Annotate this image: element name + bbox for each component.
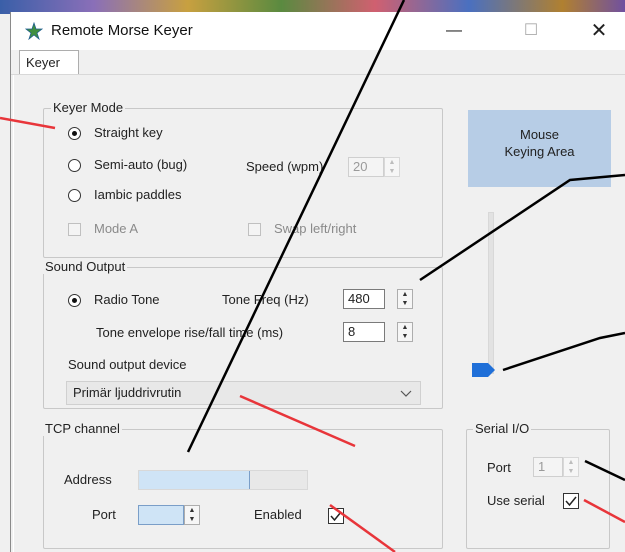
volume-slider-thumb[interactable]: [472, 363, 496, 377]
device-label: Sound output device: [68, 357, 187, 372]
use-serial-checkbox[interactable]: [563, 493, 579, 509]
group-title: Serial I/O: [473, 421, 532, 436]
use-serial-label: Use serial: [487, 493, 545, 508]
close-button[interactable]: ✕: [576, 12, 622, 50]
dropdown-value: Primär ljuddrivrutin: [73, 385, 182, 400]
envelope-spin-icon[interactable]: ▲ ▼: [397, 322, 413, 342]
volume-slider-track[interactable]: [488, 212, 494, 374]
sound-output-group: Sound Output Radio Tone Tone Freq (Hz) 4…: [43, 259, 443, 409]
tcp-port-label: Port: [92, 507, 116, 522]
tone-freq-label: Tone Freq (Hz): [222, 292, 309, 307]
radio-tone-label[interactable]: Radio Tone: [94, 292, 160, 307]
speed-label: Speed (wpm): [246, 159, 324, 174]
radio-label[interactable]: Semi-auto (bug): [94, 157, 187, 172]
speed-spin-icon[interactable]: ▲ ▼: [384, 157, 400, 177]
checkmark-icon: [330, 511, 342, 522]
app-window: Remote Morse Keyer — ☐ ✕ Keyer Keyer Mod…: [10, 12, 625, 552]
serial-port-spin-icon[interactable]: ▲ ▼: [563, 457, 579, 477]
radio-label[interactable]: Iambic paddles: [94, 187, 181, 202]
tcp-port-spin-icon[interactable]: ▲ ▼: [184, 505, 200, 525]
radio-semi-auto[interactable]: [68, 159, 81, 172]
speed-input[interactable]: 20: [348, 157, 384, 177]
tab-keyer[interactable]: Keyer: [19, 50, 79, 74]
envelope-input[interactable]: 8: [343, 322, 385, 342]
serial-io-group: Serial I/O Port 1 ▲ ▼ Use serial: [466, 421, 610, 549]
star-icon: [25, 22, 43, 40]
keyer-tab-panel: Keyer Mode Straight key Semi-auto (bug) …: [13, 75, 625, 552]
group-title: TCP channel: [43, 421, 122, 436]
serial-port-input[interactable]: 1: [533, 457, 563, 477]
mouse-area-line2: Keying Area: [504, 144, 575, 159]
enabled-label: Enabled: [254, 507, 302, 522]
mouse-keying-area[interactable]: Mouse Keying Area: [468, 110, 611, 187]
address-input[interactable]: [138, 470, 308, 490]
swap-checkbox[interactable]: [248, 223, 261, 236]
tcp-channel-group: TCP channel Address Port ▲ ▼ Enabled: [43, 421, 443, 549]
title-bar[interactable]: Remote Morse Keyer — ☐ ✕: [11, 12, 625, 50]
mouse-area-line1: Mouse: [519, 127, 560, 142]
checkmark-icon: [565, 496, 577, 507]
radio-iambic[interactable]: [68, 189, 81, 202]
group-title: Keyer Mode: [51, 100, 126, 115]
maximize-button[interactable]: ☐: [508, 12, 554, 50]
tone-freq-input[interactable]: 480: [343, 289, 385, 309]
group-title: Sound Output: [43, 259, 128, 274]
address-input-fill: [139, 471, 250, 489]
window-title: Remote Morse Keyer: [51, 22, 193, 39]
mode-a-label: Mode A: [94, 221, 139, 236]
keyer-mode-group: Keyer Mode Straight key Semi-auto (bug) …: [43, 100, 443, 258]
swap-label: Swap left/right: [274, 221, 357, 236]
radio-label[interactable]: Straight key: [94, 125, 163, 140]
radio-tone[interactable]: [68, 294, 81, 307]
minimize-button[interactable]: —: [431, 12, 477, 50]
radio-straight-key[interactable]: [68, 127, 81, 140]
sound-device-dropdown[interactable]: Primär ljuddrivrutin: [66, 381, 421, 405]
serial-port-label: Port: [487, 460, 511, 475]
mode-a-checkbox[interactable]: [68, 223, 81, 236]
tone-freq-spin-icon[interactable]: ▲ ▼: [397, 289, 413, 309]
envelope-label: Tone envelope rise/fall time (ms): [96, 325, 284, 340]
tcp-port-input[interactable]: [138, 505, 184, 525]
enabled-checkbox[interactable]: [328, 508, 344, 524]
address-label: Address: [64, 472, 112, 487]
chevron-down-icon: [400, 390, 412, 397]
